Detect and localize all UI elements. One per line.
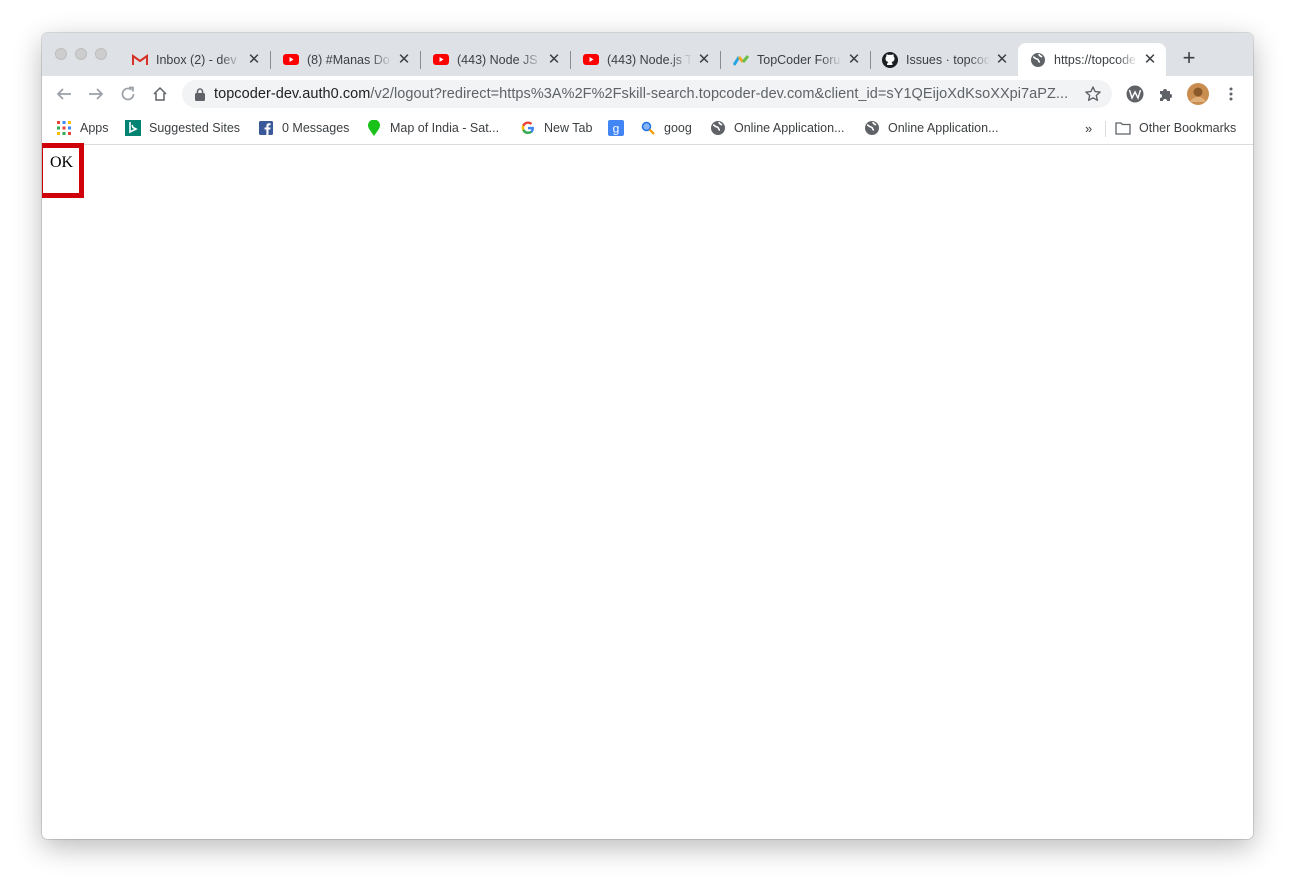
bookmark-other-bookmarks[interactable]: Other Bookmarks [1115, 117, 1236, 139]
toolbar: topcoder-dev.auth0.com/v2/logout?redirec… [42, 76, 1253, 112]
bookmark-new-tab[interactable]: New Tab [520, 117, 592, 139]
minimize-window-button[interactable] [75, 48, 87, 60]
bookmark-star-icon[interactable] [1084, 85, 1102, 103]
folder-icon [1115, 120, 1131, 136]
globe-icon [1030, 52, 1046, 68]
bookmark-facebook[interactable]: 0 Messages [258, 117, 349, 139]
bookmark-goog[interactable]: goog [640, 117, 692, 139]
back-button[interactable] [53, 83, 75, 105]
svg-text:g: g [613, 122, 620, 136]
ok-text: OK [50, 154, 74, 171]
tab-title: Issues · topcod [906, 52, 990, 67]
close-icon[interactable]: ✕ [994, 51, 1010, 68]
forward-arrow-icon [89, 88, 104, 100]
tab-title: (443) Node.js T [607, 52, 692, 67]
url-host: topcoder-dev.auth0.com [214, 86, 371, 102]
bookmark-online-application-2[interactable]: Online Application... [864, 117, 999, 139]
tab-strip: Inbox (2) - dev ✕ (8) #Manas Do ✕ (443) … [42, 33, 1253, 76]
maximize-window-button[interactable] [95, 48, 107, 60]
tab-active-topcoder[interactable]: https://topcode ✕ [1018, 43, 1166, 76]
close-icon[interactable]: ✕ [846, 51, 862, 68]
globe-icon [864, 120, 880, 136]
google-bookmark-icon: g [608, 120, 624, 136]
bookmark-label: Online Application... [734, 121, 845, 135]
ok-highlight-box: OK [42, 143, 84, 198]
forward-button[interactable] [85, 83, 107, 105]
tab-topcoder-forums[interactable]: TopCoder Foru ✕ [721, 43, 871, 76]
tab-gmail[interactable]: Inbox (2) - dev ✕ [120, 43, 271, 76]
tab-title: TopCoder Foru [757, 52, 841, 67]
menu-kebab-icon[interactable] [1220, 83, 1242, 105]
gmail-icon [132, 52, 148, 68]
bookmark-apps[interactable]: Apps [56, 117, 109, 139]
tab-github-issues[interactable]: Issues · topcod ✕ [870, 43, 1018, 76]
reload-icon [121, 86, 135, 101]
tab-title: https://topcode [1054, 52, 1137, 67]
close-icon[interactable]: ✕ [696, 51, 712, 68]
tab-youtube-2[interactable]: (443) Node JS ✕ [421, 43, 571, 76]
github-icon [882, 51, 898, 68]
bookmark-online-application-1[interactable]: Online Application... [710, 117, 845, 139]
extensions-puzzle-icon[interactable] [1155, 83, 1177, 105]
close-icon[interactable]: ✕ [1142, 51, 1158, 68]
home-icon [153, 86, 167, 101]
bookmarks-overflow-chevron[interactable]: » [1085, 121, 1092, 136]
tab-title: (443) Node JS [457, 52, 538, 67]
reload-button[interactable] [117, 83, 139, 105]
facebook-icon [258, 120, 274, 136]
bookmarks-bar: Apps Suggested Sites 0 Messages Map of I… [42, 112, 1253, 145]
tab-youtube-1[interactable]: (8) #Manas Do ✕ [271, 43, 421, 76]
bookmarks-divider [1105, 121, 1106, 137]
address-bar[interactable]: topcoder-dev.auth0.com/v2/logout?redirec… [182, 80, 1112, 108]
home-button[interactable] [149, 83, 171, 105]
bookmark-suggested-sites[interactable]: Suggested Sites [125, 117, 240, 139]
bookmark-label: Apps [80, 121, 109, 135]
youtube-icon [583, 52, 599, 68]
bookmark-label: New Tab [544, 121, 593, 135]
bookmark-label: 0 Messages [282, 121, 350, 135]
bookmark-label: Online Application... [888, 121, 999, 135]
new-tab-button[interactable]: + [1178, 47, 1200, 70]
map-pin-icon [366, 120, 382, 136]
close-icon[interactable]: ✕ [246, 51, 262, 68]
page-content: OK [42, 143, 1253, 839]
google-icon [520, 120, 536, 136]
youtube-icon [433, 52, 449, 68]
browser-window: Inbox (2) - dev ✕ (8) #Manas Do ✕ (443) … [42, 33, 1253, 839]
tab-youtube-3[interactable]: (443) Node.js T ✕ [571, 43, 721, 76]
extension-w-icon[interactable] [1124, 83, 1146, 105]
bookmark-google[interactable]: g [608, 117, 632, 139]
close-icon[interactable]: ✕ [396, 51, 412, 68]
window-controls [55, 48, 107, 60]
youtube-icon [283, 52, 299, 68]
profile-avatar[interactable] [1187, 83, 1209, 105]
globe-icon [710, 120, 726, 136]
back-arrow-icon [56, 88, 71, 100]
url-text: topcoder-dev.auth0.com/v2/logout?redirec… [214, 86, 1068, 102]
close-window-button[interactable] [55, 48, 67, 60]
bookmark-label: Suggested Sites [149, 121, 241, 135]
topcoder-icon [733, 52, 749, 68]
magnifier-icon [640, 120, 656, 136]
bookmark-label: Map of India - Sat... [390, 121, 500, 135]
tab-title: Inbox (2) - dev [156, 52, 237, 67]
bookmark-label: Other Bookmarks [1139, 121, 1237, 135]
bing-icon [125, 120, 141, 136]
close-icon[interactable]: ✕ [546, 51, 562, 68]
url-path: /v2/logout?redirect=https%3A%2F%2Fskill-… [370, 86, 1069, 102]
tab-title: (8) #Manas Do [307, 52, 390, 67]
bookmark-label: goog [664, 121, 692, 135]
bookmark-map-of-india[interactable]: Map of India - Sat... [366, 117, 499, 139]
apps-grid-icon [56, 120, 72, 136]
lock-icon [195, 87, 205, 101]
